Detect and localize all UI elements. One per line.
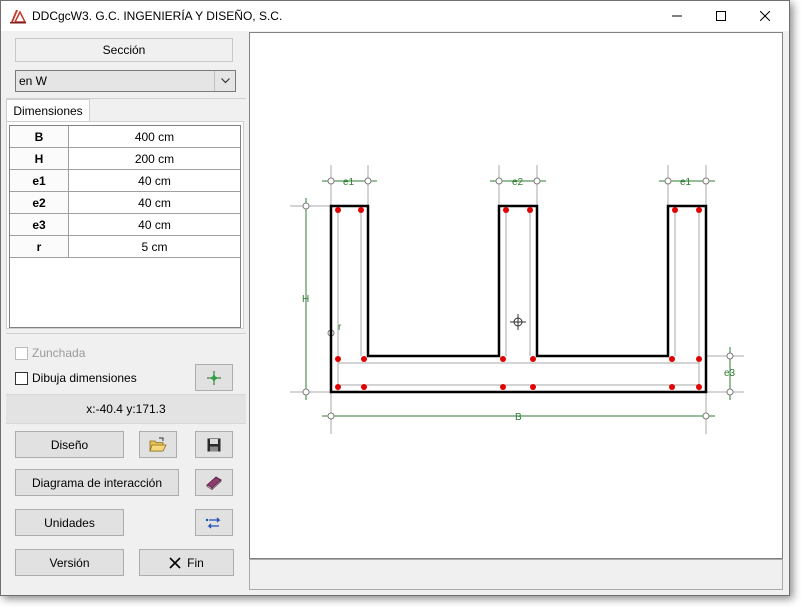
- dim-key: B: [10, 126, 69, 148]
- green-point-icon: [207, 370, 221, 385]
- dibuja-dimensiones-option[interactable]: Dibuja dimensiones: [15, 371, 137, 385]
- diseno-button[interactable]: Diseño: [15, 431, 124, 458]
- diagrama-interaccion-button[interactable]: Diagrama de interacción: [15, 469, 179, 496]
- left-panel: Sección en W Dimensiones B 400 cm H 200 …: [5, 32, 247, 590]
- dimensions-table: B 400 cm H 200 cm e1 40 cm e2 40 cm e3 4…: [9, 125, 241, 328]
- section-outline: [329, 204, 708, 394]
- save-disk-icon: [207, 438, 221, 451]
- zunchada-checkbox[interactable]: [15, 346, 28, 360]
- book-button[interactable]: [195, 469, 233, 496]
- maximize-button[interactable]: [699, 1, 743, 31]
- close-icon: [760, 11, 770, 21]
- dim-key: e1: [10, 170, 69, 192]
- open-folder-icon: [149, 437, 167, 451]
- section-type-value: en W: [19, 74, 48, 88]
- app-window: DDCgcW3. G.C. INGENIERÍA Y DISEÑO, S.C. …: [0, 0, 790, 596]
- unidades-button[interactable]: Unidades: [15, 509, 124, 536]
- dim-label-e1-right: e1: [680, 177, 692, 188]
- open-button[interactable]: [139, 431, 177, 458]
- drawing-canvas[interactable]: e1 e2 e1 H e3 B r: [249, 32, 783, 559]
- table-row[interactable]: e3 40 cm: [10, 214, 242, 236]
- table-row[interactable]: r 5 cm: [10, 236, 242, 258]
- dim-label-e2: e2: [512, 177, 524, 188]
- dim-key: H: [10, 148, 69, 170]
- maximize-icon: [716, 11, 726, 21]
- dim-value[interactable]: 400 cm: [69, 126, 240, 148]
- minimize-button[interactable]: [655, 1, 699, 31]
- table-row[interactable]: H 200 cm: [10, 148, 242, 170]
- add-point-button[interactable]: [195, 364, 233, 391]
- dim-key: e2: [10, 192, 69, 214]
- zunchada-label: Zunchada: [32, 346, 86, 360]
- table-row[interactable]: B 400 cm: [10, 126, 242, 148]
- version-button[interactable]: Versión: [15, 549, 124, 576]
- app-logo-icon: [10, 10, 27, 24]
- dim-key: r: [10, 236, 69, 258]
- units-button[interactable]: [195, 509, 233, 536]
- book-icon: [206, 476, 222, 490]
- dimensions-tab-page: B 400 cm H 200 cm e1 40 cm e2 40 cm e3 4…: [6, 121, 244, 329]
- tab-dimensiones[interactable]: Dimensiones: [6, 99, 90, 121]
- x-icon: [169, 556, 181, 569]
- zunchada-option[interactable]: Zunchada: [15, 346, 85, 360]
- fin-button[interactable]: Fin: [139, 549, 234, 576]
- dim-label-B: B: [515, 412, 522, 423]
- dim-key: e3: [10, 214, 69, 236]
- dim-value[interactable]: 200 cm: [69, 148, 240, 170]
- dim-label-H: H: [302, 294, 309, 305]
- dim-label-r: r: [338, 322, 342, 333]
- close-window-button[interactable]: [743, 1, 787, 31]
- status-bar: [249, 559, 783, 590]
- fin-label: Fin: [187, 555, 204, 570]
- dim-label-e3: e3: [724, 368, 736, 379]
- divider: [6, 333, 246, 334]
- title-bar[interactable]: DDCgcW3. G.C. INGENIERÍA Y DISEÑO, S.C.: [1, 1, 789, 31]
- centroid-icon: [510, 314, 526, 330]
- dim-value[interactable]: 40 cm: [69, 192, 240, 214]
- table-row[interactable]: e1 40 cm: [10, 170, 242, 192]
- dibuja-dimensiones-checkbox[interactable]: [15, 371, 28, 385]
- dim-value[interactable]: 40 cm: [69, 170, 240, 192]
- dimension-lines: [305, 180, 731, 417]
- dim-value[interactable]: 40 cm: [69, 214, 240, 236]
- window-title: DDCgcW3. G.C. INGENIERÍA Y DISEÑO, S.C.: [32, 9, 283, 23]
- section-drawing[interactable]: e1 e2 e1 H e3 B r: [250, 33, 782, 558]
- section-header: Sección: [15, 38, 233, 62]
- save-button[interactable]: [195, 431, 233, 458]
- coordinate-readout: x:-40.4 y:171.3: [6, 394, 246, 424]
- chevron-down-icon[interactable]: [214, 71, 235, 91]
- dim-value[interactable]: 5 cm: [69, 236, 240, 258]
- dibuja-dimensiones-label: Dibuja dimensiones: [32, 371, 137, 385]
- section-type-select[interactable]: en W: [15, 70, 236, 92]
- minimize-icon: [672, 15, 682, 17]
- arrows-icon: [205, 517, 221, 528]
- dim-label-e1-left: e1: [343, 177, 355, 188]
- table-row[interactable]: e2 40 cm: [10, 192, 242, 214]
